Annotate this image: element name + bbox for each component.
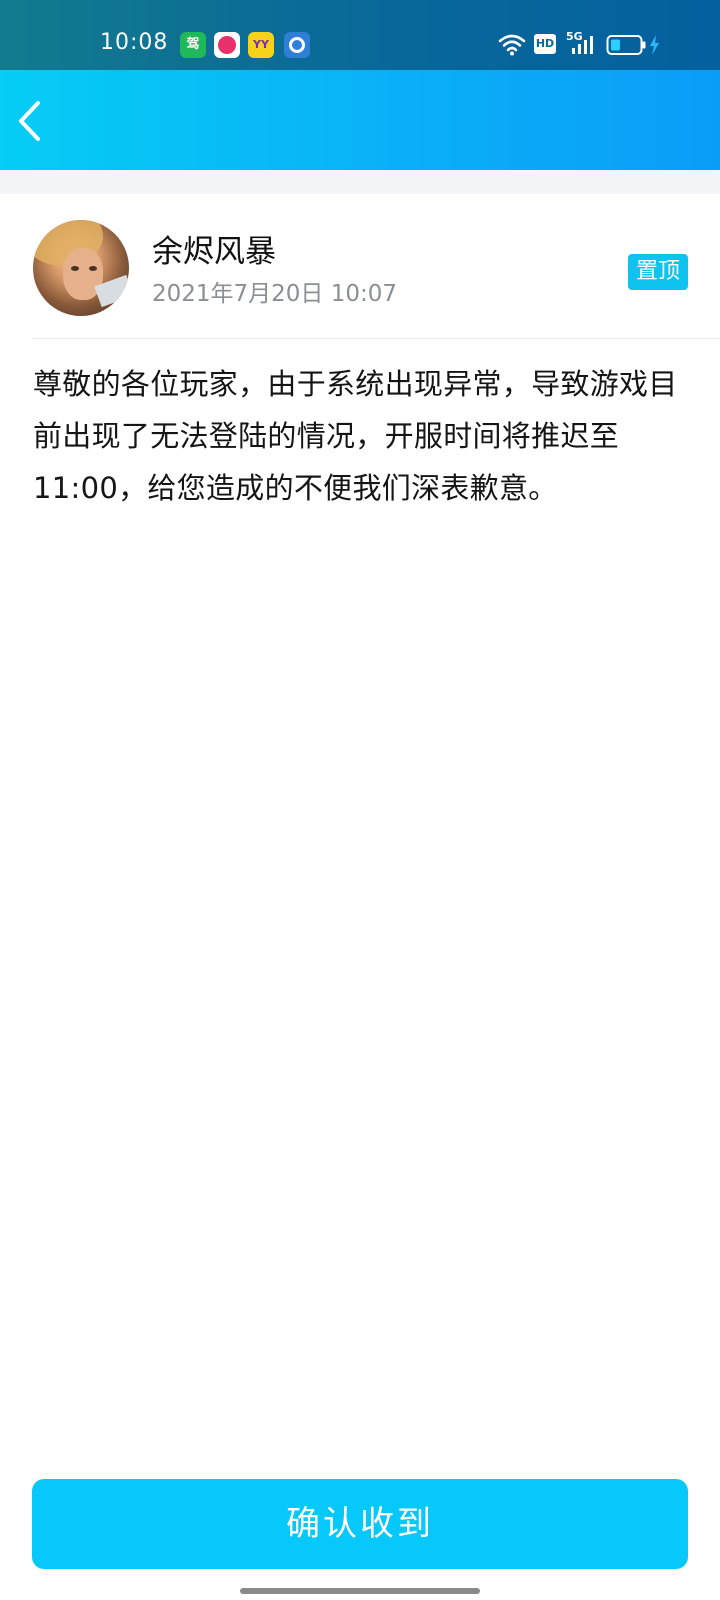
hd-icon: HD bbox=[534, 34, 556, 54]
blue-app-ring bbox=[289, 37, 305, 53]
yy-app-glyph: YY bbox=[253, 38, 269, 51]
back-button[interactable] bbox=[10, 92, 54, 148]
hd-label: HD bbox=[535, 37, 555, 50]
author-name: 余烬风暴 bbox=[152, 234, 276, 270]
header-divider bbox=[0, 170, 720, 194]
driving-app-glyph: 驾 bbox=[186, 37, 200, 52]
author-divider bbox=[33, 338, 720, 339]
message-body: 尊敬的各位玩家，由于系统出现异常，导致游戏目前出现了无法登陆的情况，开服时间将推… bbox=[33, 367, 678, 505]
status-time: 10:08 bbox=[100, 30, 169, 55]
avatar-eye-right bbox=[89, 266, 97, 271]
driving-app-icon: 驾 bbox=[180, 32, 206, 58]
yy-app-icon: YY bbox=[248, 32, 274, 58]
confirm-received-button[interactable]: 确认收到 bbox=[32, 1479, 688, 1569]
avatar-eye-left bbox=[71, 266, 79, 271]
author-section: 余烬风暴 2021年7月20日 10:07 置顶 bbox=[0, 194, 720, 338]
pink-app-dot bbox=[218, 36, 236, 54]
blue-app-icon bbox=[284, 32, 310, 58]
wifi-icon bbox=[498, 34, 526, 56]
avatar[interactable] bbox=[33, 220, 129, 316]
signal-icon bbox=[572, 36, 593, 54]
pink-app-icon bbox=[214, 32, 240, 58]
pin-badge: 置顶 bbox=[627, 254, 688, 290]
chevron-left-icon bbox=[19, 101, 40, 141]
home-indicator[interactable] bbox=[240, 1588, 480, 1594]
post-date: 2021年7月20日 10:07 bbox=[152, 281, 398, 307]
app-header bbox=[0, 70, 720, 170]
battery-icon bbox=[606, 35, 659, 55]
